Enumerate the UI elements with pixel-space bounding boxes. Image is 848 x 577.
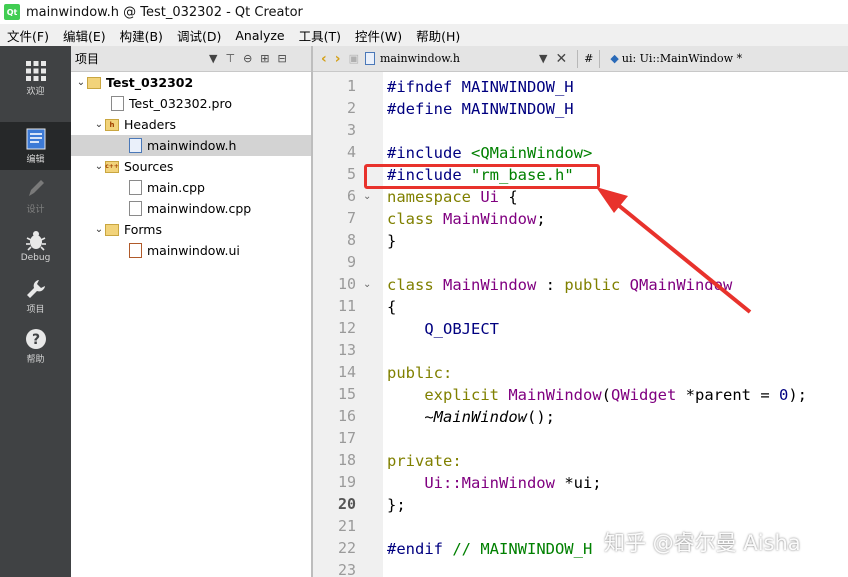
annotation-arrow-icon [596,187,752,314]
watermark: 知乎 @睿尔曼 Aisha [604,531,801,555]
